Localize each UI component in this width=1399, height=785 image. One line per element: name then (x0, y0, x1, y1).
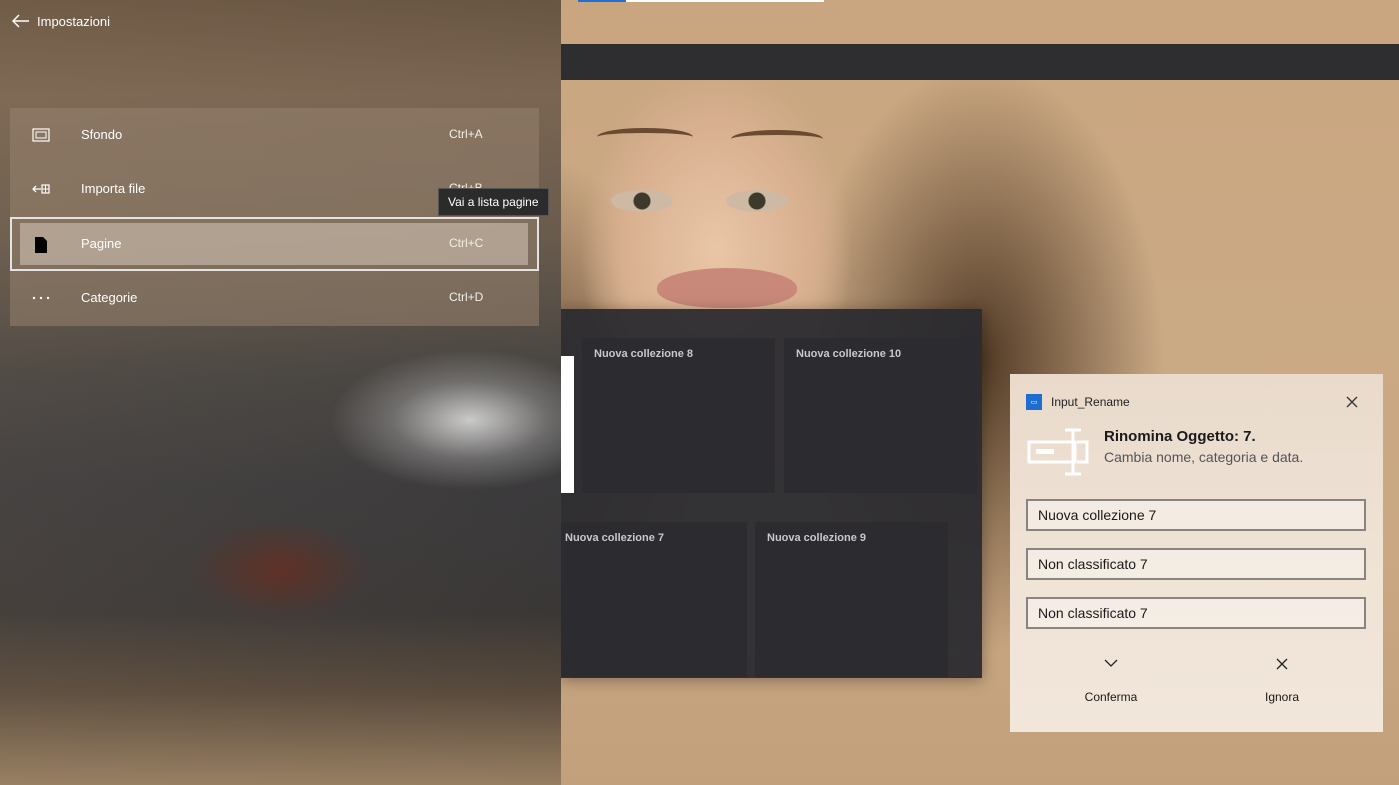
ignore-label: Ignora (1264, 690, 1300, 704)
tooltip: Vai a lista pagine (438, 188, 549, 216)
page-icon (32, 236, 50, 254)
menu-item-sfondo[interactable]: Sfondo Ctrl+A (10, 108, 539, 162)
photo-detail (611, 190, 673, 212)
confirm-button[interactable]: Conferma (1061, 656, 1161, 708)
dialog-app-name: Input_Rename (1051, 395, 1130, 409)
app-logo-icon: ▭ (1026, 394, 1042, 410)
menu-item-shortcut: Ctrl+A (449, 127, 483, 141)
ignore-button[interactable]: Ignora (1232, 656, 1332, 708)
menu-item-label: Categorie (81, 290, 138, 305)
chevron-down-icon (1061, 658, 1161, 674)
loading-progress-bar (578, 0, 824, 2)
dialog-subtitle: Cambia nome, categoria e data. (1104, 449, 1304, 465)
collection-tile[interactable]: Nuova collezione 9 (755, 522, 948, 677)
collection-tile[interactable]: Nuova collezione 8 (582, 338, 775, 493)
back-button[interactable] (10, 10, 32, 32)
menu-item-label: Sfondo (81, 127, 123, 142)
page-title: Impostazioni (37, 13, 110, 29)
date-field[interactable] (1026, 597, 1366, 629)
settings-pane: Impostazioni Sfondo Ctrl+A Importa file … (0, 0, 561, 785)
photo-detail (731, 130, 823, 148)
rename-dialog: ▭ Input_Rename Rinomina Oggetto: 7. Camb… (1010, 374, 1383, 732)
menu-item-shortcut: Ctrl+D (449, 290, 484, 304)
collection-tile-title: Nuova collezione 10 (796, 348, 902, 360)
more-icon (32, 289, 50, 307)
import-file-icon (32, 180, 50, 198)
close-icon (1232, 658, 1332, 674)
collection-tile-title: Nuova collezione 7 (565, 532, 665, 544)
collection-tile-title: Nuova collezione 9 (767, 532, 867, 544)
close-icon (1346, 396, 1358, 408)
menu-item-pagine[interactable]: Pagine Ctrl+C (10, 217, 539, 271)
category-field[interactable] (1026, 548, 1366, 580)
top-command-bar (561, 44, 1399, 80)
collection-tile[interactable]: Nuova collezione 7 (553, 522, 747, 677)
back-arrow-icon (12, 14, 29, 28)
confirm-label: Conferma (1084, 690, 1138, 704)
name-field[interactable] (1026, 499, 1366, 531)
settings-menu: Sfondo Ctrl+A Importa file Ctrl+B Pagine… (10, 108, 539, 326)
collection-tile-partial[interactable] (561, 356, 574, 493)
photo-detail (657, 268, 797, 308)
collection-tile[interactable]: Nuova collezione 10 (784, 338, 977, 493)
background-icon (32, 126, 50, 144)
menu-item-categorie[interactable]: Categorie Ctrl+D (10, 271, 539, 325)
dialog-close-button[interactable] (1342, 392, 1362, 412)
collection-tile-title: Nuova collezione 8 (594, 348, 694, 360)
menu-item-label: Pagine (81, 236, 122, 251)
settings-header: Impostazioni (10, 10, 110, 32)
menu-item-label: Importa file (81, 181, 146, 196)
menu-item-shortcut: Ctrl+C (449, 236, 484, 250)
photo-detail (597, 128, 693, 146)
dialog-title: Rinomina Oggetto: 7. (1104, 428, 1256, 445)
photo-detail (726, 190, 788, 212)
rename-icon (1027, 428, 1089, 476)
